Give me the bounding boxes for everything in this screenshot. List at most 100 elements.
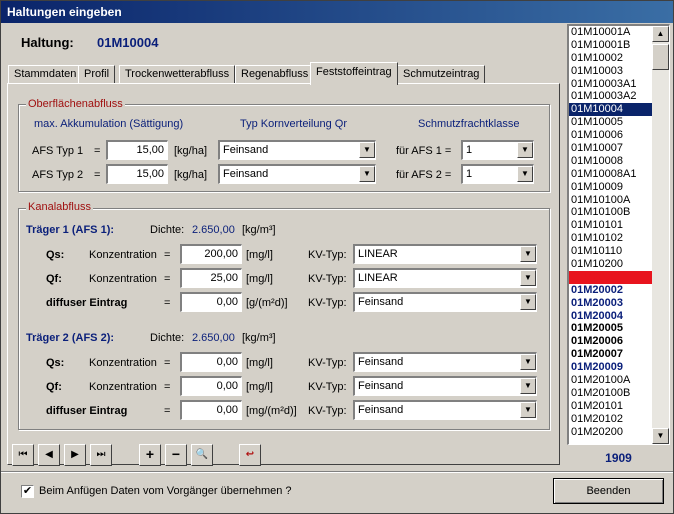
carrier1-diffuse-kv-select[interactable]: Feinsand ▼ [353,292,537,312]
carrier2-qs-kv-select[interactable]: Feinsand ▼ [353,352,537,372]
list-item[interactable]: 01M20200 [569,426,653,439]
add-record-button[interactable]: + [139,444,161,466]
chevron-down-icon[interactable]: ▼ [520,294,536,310]
haltung-value: 01M10004 [97,35,159,50]
copy-from-predecessor-label: Beim Anfügen Daten vom Vorgänger überneh… [39,485,292,497]
minus-icon: − [171,446,181,462]
carrier2-qf-kv-select[interactable]: Feinsand ▼ [353,376,537,396]
list-item[interactable]: 01M20005 [569,322,653,335]
list-item[interactable]: 01M20009 [569,361,653,374]
carrier2-qs-kv-value: Feinsand [358,356,404,368]
delete-record-button[interactable]: − [165,444,187,466]
carrier2-diffuse-input[interactable]: 0,00 [180,400,242,420]
next-record-button[interactable]: ▶ [64,444,86,466]
list-item[interactable]: 01M10003 [569,65,653,78]
close-button[interactable]: Beenden [553,478,664,504]
list-item[interactable]: 01M10008 [569,155,653,168]
list-item[interactable]: 01M10003A1 [569,78,653,91]
tab-feststoffeintrag[interactable]: Feststoffeintrag [310,62,398,85]
afs-type2-class-select[interactable]: 1 ▼ [461,164,534,184]
list-item[interactable]: 01M20102 [569,413,653,426]
list-item[interactable]: 01M10008A1 [569,168,653,181]
search-button[interactable]: 🔍 [191,444,213,466]
carrier2-qf-input[interactable]: 0,00 [180,376,242,396]
list-item[interactable]: 01M10100B [569,206,653,219]
list-item[interactable]: 01M10200 [569,258,653,271]
haltung-list[interactable]: 01M10001A 01M10001B 01M10002 01M10003 01M100… [567,24,670,445]
tab-regenabfluss[interactable]: Regenabfluss [235,65,315,84]
list-item[interactable]: 01M20006 [569,335,653,348]
tab-stammdaten[interactable]: Stammdaten [8,65,83,84]
list-item[interactable]: 01M20007 [569,348,653,361]
prev-record-button[interactable]: ◀ [38,444,60,466]
afs-type2-accumulation-input[interactable]: 15,00 [106,164,168,184]
carrier1-diffuse-label: diffuser Eintrag [46,297,128,309]
carrier2-qf-unit: [mg/l] [246,381,273,393]
carrier2-diffuse-kv-select[interactable]: Feinsand ▼ [353,400,537,420]
list-item[interactable]: 01M10005 [569,116,653,129]
scroll-thumb[interactable] [652,44,669,70]
list-item[interactable]: 01M20004 [569,310,653,323]
carrier1-qs-input[interactable]: 200,00 [180,244,242,264]
afs-type1-type-select[interactable]: Feinsand ▼ [218,140,376,160]
footer-separator [1,471,673,473]
list-item[interactable]: 01M20002 [569,284,653,297]
chevron-down-icon[interactable]: ▼ [359,142,375,158]
record-count: 1909 [605,451,632,465]
list-item[interactable]: 01M20100A [569,374,653,387]
chevron-down-icon[interactable]: ▼ [520,354,536,370]
list-scrollbar[interactable]: ▲ ▼ [652,26,669,444]
scroll-down-icon[interactable]: ▼ [652,428,669,444]
afs-type2-type-select[interactable]: Feinsand ▼ [218,164,376,184]
tab-trockenwetterabfluss[interactable]: Trockenwetterabfluss [119,65,236,84]
undo-button[interactable]: ↩ [239,444,261,466]
list-item[interactable]: 01M10110 [569,245,653,258]
afs-type2-eq: = [94,169,101,181]
afs-type1-accumulation-input[interactable]: 15,00 [106,140,168,160]
chevron-down-icon[interactable]: ▼ [520,402,536,418]
chevron-down-icon[interactable]: ▼ [517,142,533,158]
first-record-button[interactable]: ⏮ [12,444,34,466]
list-item[interactable]: 01M20003 [569,297,653,310]
carrier1-qf-kv-label: KV-Typ: [308,273,347,285]
carrier1-qs-kv-select[interactable]: LINEAR ▼ [353,244,537,264]
copy-from-predecessor-checkbox[interactable]: ✔ [21,485,34,498]
list-item[interactable]: 01M10101 [569,219,653,232]
chevron-down-icon[interactable]: ▼ [520,270,536,286]
tab-profil[interactable]: Profil [78,65,116,84]
window-title: Haltungen eingeben [1,1,673,23]
list-item[interactable]: 01M10009 [569,181,653,194]
list-item[interactable]: 01M10001A [569,26,653,39]
carrier1-diffuse-input[interactable]: 0,00 [180,292,242,312]
chevron-down-icon[interactable]: ▼ [359,166,375,182]
carrier1-qf-input[interactable]: 25,00 [180,268,242,288]
carrier2-qs-input[interactable]: 0,00 [180,352,242,372]
carrier1-qf-kv-select[interactable]: LINEAR ▼ [353,268,537,288]
list-item[interactable]: 01M10003A2 [569,90,653,103]
tab-schmutzeintrag[interactable]: Schmutzeintrag [397,65,486,84]
list-item[interactable]: 01M10006 [569,129,653,142]
afs-type1-class-select[interactable]: 1 ▼ [461,140,534,160]
list-item[interactable]: 01M10102 [569,232,653,245]
afs-type1-class-label: für AFS 1 = [396,145,452,157]
chevron-down-icon[interactable]: ▼ [520,246,536,262]
list-item[interactable]: 01M10001B [569,39,653,52]
list-item[interactable]: 01M10002 [569,52,653,65]
carrier1-qs-sub: Konzentration [89,249,157,261]
list-item[interactable]: 01M20001 [569,270,653,284]
carrier2-density-unit: [kg/m³] [242,332,276,344]
scroll-up-icon[interactable]: ▲ [652,26,669,42]
carrier2-qf-sub: Konzentration [89,381,157,393]
chevron-down-icon[interactable]: ▼ [520,378,536,394]
list-item[interactable]: 01M10007 [569,142,653,155]
list-item[interactable]: 01M20101 [569,400,653,413]
last-record-button[interactable]: ⏭ [90,444,112,466]
haltung-label: Haltung: [21,35,74,50]
list-item[interactable]: 01M10100A [569,194,653,207]
list-item[interactable]: 01M20100B [569,387,653,400]
afs-type1-label: AFS Typ 1 [32,145,84,157]
list-item[interactable]: 01M10004 [569,103,653,117]
carrier2-diffuse-unit: [mg/(m²d)] [246,405,297,417]
plus-icon: + [145,446,155,462]
chevron-down-icon[interactable]: ▼ [517,166,533,182]
